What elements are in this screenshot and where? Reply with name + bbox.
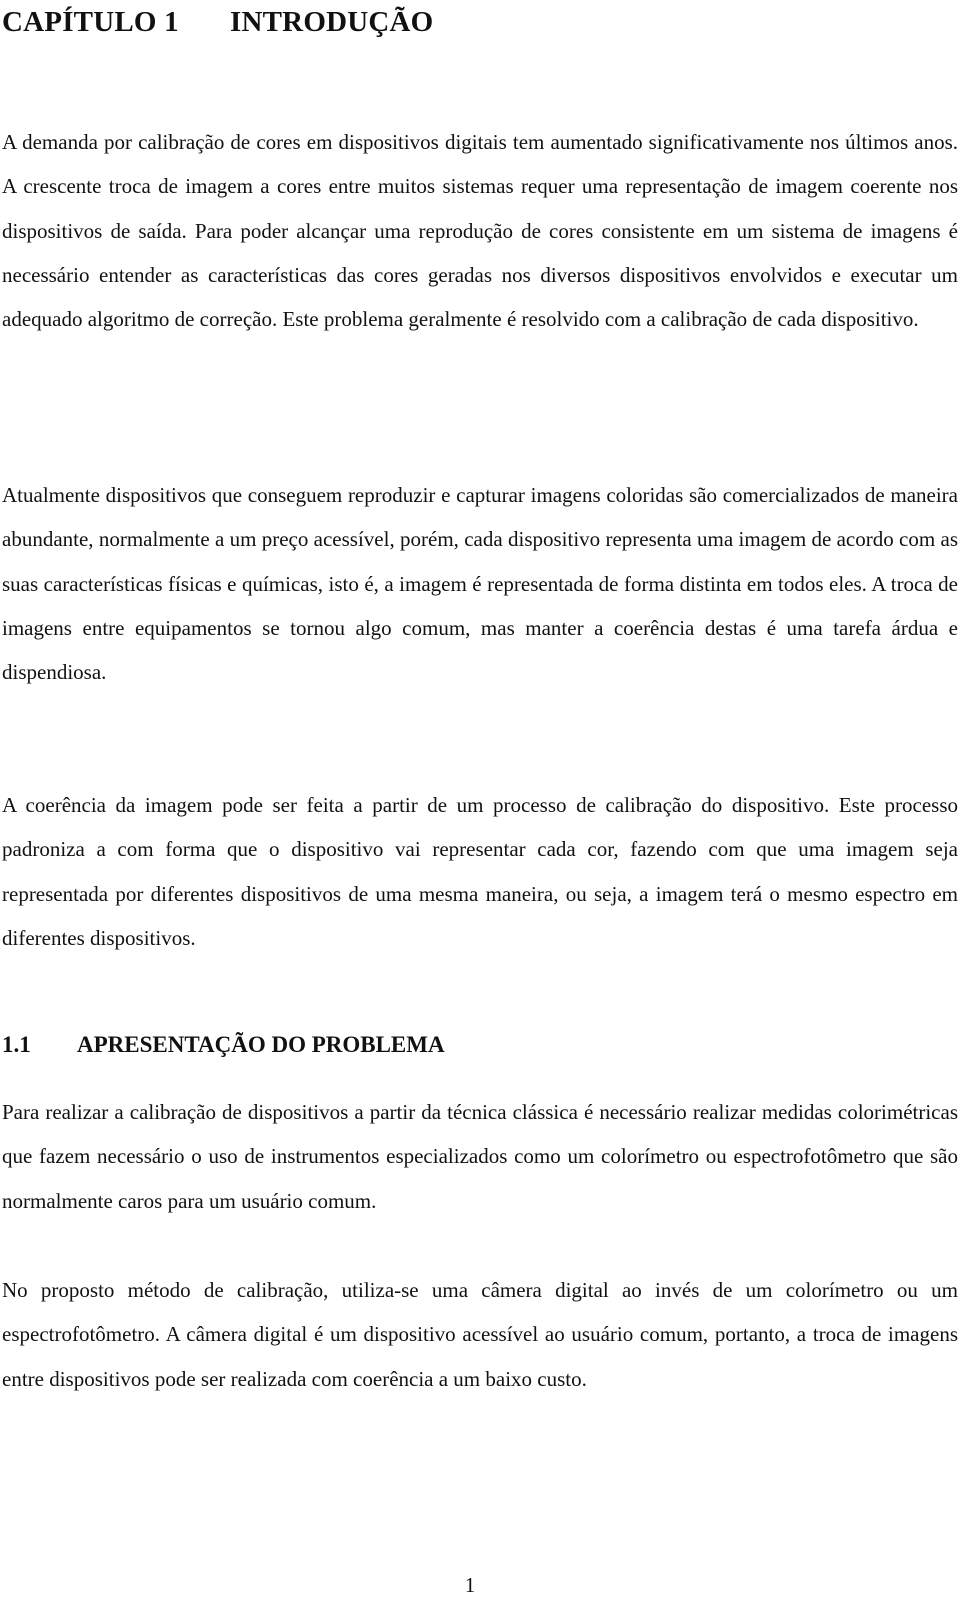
section-paragraph-1: Para realizar a calibração de dispositiv… xyxy=(2,1100,958,1213)
intro-paragraph-3: A coerência da imagem pode ser feita a p… xyxy=(2,793,958,950)
section-paragraph-2: No proposto método de calibração, utiliz… xyxy=(2,1278,958,1391)
section-title: APRESENTAÇÃO DO PROBLEMA xyxy=(77,1032,445,1057)
intro-paragraph-1: A demanda por calibração de cores em dis… xyxy=(2,130,958,332)
page-number: 1 xyxy=(464,1573,476,1597)
section-heading: 1.1 APRESENTAÇÃO DO PROBLEMA xyxy=(2,1030,445,1060)
section-number: 1.1 xyxy=(2,1032,31,1057)
chapter-heading: CAPÍTULO 1 INTRODUÇÃO xyxy=(2,4,433,40)
chapter-title: INTRODUÇÃO xyxy=(230,6,434,38)
intro-paragraph-2: Atualmente dispositivos que conseguem re… xyxy=(2,483,958,685)
document-page: CAPÍTULO 1 INTRODUÇÃO A demanda por calib… xyxy=(0,0,960,1599)
chapter-number: CAPÍTULO 1 xyxy=(2,6,179,38)
